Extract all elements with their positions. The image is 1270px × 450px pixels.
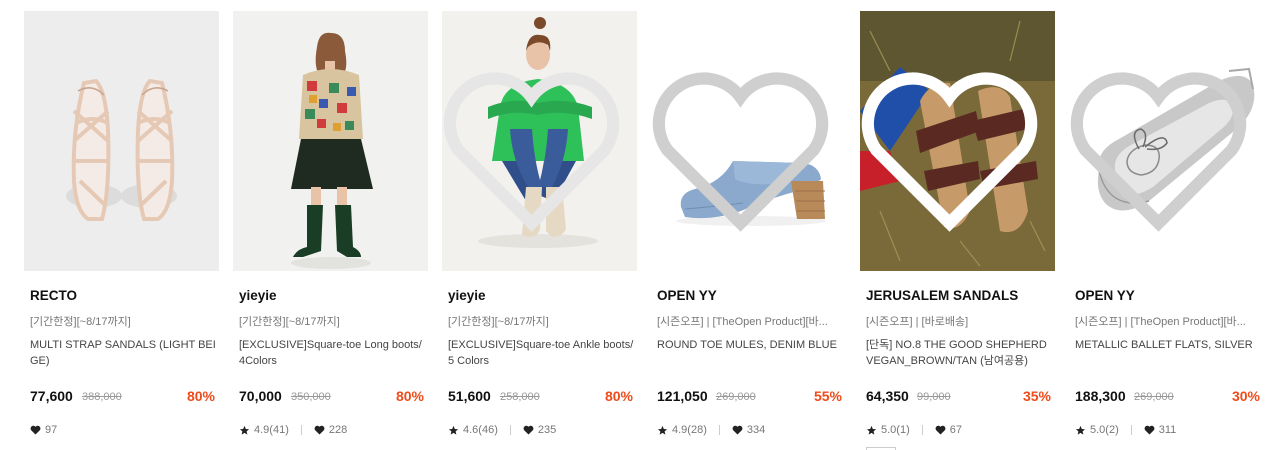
heart-filled-icon	[935, 425, 946, 435]
like-count: 235	[537, 424, 557, 436]
product-stats: 4.9(41) 228	[239, 423, 347, 437]
product-grid: RECTO [기간한정][~8/17까지] MULTI STRAP SANDAL…	[24, 11, 1270, 450]
rating: 4.9(41)	[254, 424, 289, 436]
discount-rate: 55%	[813, 388, 842, 404]
brand-name[interactable]: OPEN YY	[1075, 288, 1135, 303]
heart-filled-icon	[314, 425, 325, 435]
like-count: 334	[746, 424, 766, 436]
sale-price: 77,600	[30, 388, 73, 404]
product-card[interactable]: OPEN YY [시즌오프] | [TheOpen Product][바... …	[1069, 11, 1264, 450]
discount-rate: 80%	[186, 388, 215, 404]
star-icon	[657, 425, 668, 435]
discount-rate: 30%	[1231, 388, 1260, 404]
heart-outline-icon[interactable]	[1069, 20, 1256, 271]
like-count: 228	[328, 424, 348, 436]
original-price: 269,000	[716, 391, 756, 403]
sale-price: 64,350	[866, 388, 909, 404]
product-stats: 5.0(1) 67	[866, 423, 962, 437]
product-photo-sandals	[24, 11, 219, 271]
heart-outline-icon[interactable]	[651, 20, 838, 271]
product-stats: 4.6(46) 235	[448, 423, 556, 437]
stats-divider	[921, 425, 923, 435]
stats-divider	[509, 425, 511, 435]
rating: 5.0(2)	[1090, 424, 1119, 436]
like-count: 311	[1158, 424, 1177, 436]
heart-outline-icon[interactable]	[860, 20, 1047, 271]
heart-filled-icon	[732, 425, 743, 435]
brand-name[interactable]: RECTO	[30, 288, 77, 303]
promo-tags: [시즌오프] | [TheOpen Product][바...	[657, 316, 828, 328]
star-icon	[866, 425, 877, 435]
product-image[interactable]	[24, 11, 219, 271]
stats-divider	[1130, 425, 1132, 435]
promo-tags: [기간한정][~8/17까지]	[239, 316, 340, 328]
heart-outline-icon[interactable]	[442, 20, 629, 271]
heart-filled-icon	[1144, 425, 1155, 435]
heart-filled-icon	[523, 425, 534, 435]
discount-rate: 80%	[604, 388, 633, 404]
product-name[interactable]: [EXCLUSIVE]Square-toe Ankle boots/ 5 Col…	[448, 337, 635, 369]
product-name[interactable]: ROUND TOE MULES, DENIM BLUE	[657, 337, 844, 369]
star-icon	[239, 425, 250, 435]
stats-divider	[718, 425, 720, 435]
product-card[interactable]: yieyie [기간한정][~8/17까지] [EXCLUSIVE]Square…	[233, 11, 428, 450]
discount-rate: 80%	[395, 388, 424, 404]
brand-name[interactable]: OPEN YY	[657, 288, 717, 303]
product-name[interactable]: MULTI STRAP SANDALS (LIGHT BEIGE)	[30, 337, 217, 369]
product-stats: 5.0(2) 311	[1075, 423, 1176, 437]
brand-name[interactable]: JERUSALEM SANDALS	[866, 288, 1018, 303]
original-price: 388,000	[82, 391, 122, 403]
product-name[interactable]: [EXCLUSIVE]Square-toe Long boots/ 4Color…	[239, 337, 426, 369]
product-image[interactable]	[233, 11, 428, 271]
star-icon	[1075, 425, 1086, 435]
rating: 4.9(28)	[672, 424, 707, 436]
sale-price: 121,050	[657, 388, 708, 404]
promo-tags: [시즌오프] | [TheOpen Product][바...	[1075, 316, 1246, 328]
product-image[interactable]	[1069, 11, 1264, 271]
star-icon	[448, 425, 459, 435]
sale-price: 51,600	[448, 388, 491, 404]
product-card[interactable]: RECTO [기간한정][~8/17까지] MULTI STRAP SANDAL…	[24, 11, 219, 450]
stats-divider	[300, 425, 302, 435]
sale-price: 188,300	[1075, 388, 1126, 404]
product-name[interactable]: [단독] NO.8 THE GOOD SHEPHERD VEGAN_BROWN/…	[866, 337, 1053, 369]
original-price: 350,000	[291, 391, 331, 403]
product-name[interactable]: METALLIC BALLET FLATS, SILVER	[1075, 337, 1262, 369]
rating: 5.0(1)	[881, 424, 910, 436]
like-count: 97	[45, 424, 58, 436]
product-stats: 97	[30, 423, 57, 437]
product-stats: 4.9(28) 334	[657, 423, 765, 437]
product-photo-model-long-boots	[233, 11, 428, 271]
product-image[interactable]	[442, 11, 637, 271]
sale-price: 70,000	[239, 388, 282, 404]
promo-tags: [기간한정][~8/17까지]	[30, 316, 131, 328]
discount-rate: 35%	[1022, 388, 1051, 404]
rating: 4.6(46)	[463, 424, 498, 436]
product-card[interactable]: yieyie [기간한정][~8/17까지] [EXCLUSIVE]Square…	[442, 11, 637, 450]
brand-name[interactable]: yieyie	[239, 288, 277, 303]
brand-name[interactable]: yieyie	[448, 288, 486, 303]
promo-tags: [기간한정][~8/17까지]	[448, 316, 549, 328]
product-card[interactable]: JERUSALEM SANDALS [시즌오프] | [바로배송] [단독] N…	[860, 11, 1055, 450]
product-card[interactable]: OPEN YY [시즌오프] | [TheOpen Product][바... …	[651, 11, 846, 450]
promo-tags: [시즌오프] | [바로배송]	[866, 316, 969, 328]
like-count: 67	[949, 424, 962, 436]
product-image[interactable]	[651, 11, 846, 271]
original-price: 258,000	[500, 391, 540, 403]
original-price: 269,000	[1134, 391, 1174, 403]
heart-filled-icon	[30, 425, 41, 435]
product-image[interactable]	[860, 11, 1055, 271]
original-price: 99,000	[917, 391, 951, 403]
